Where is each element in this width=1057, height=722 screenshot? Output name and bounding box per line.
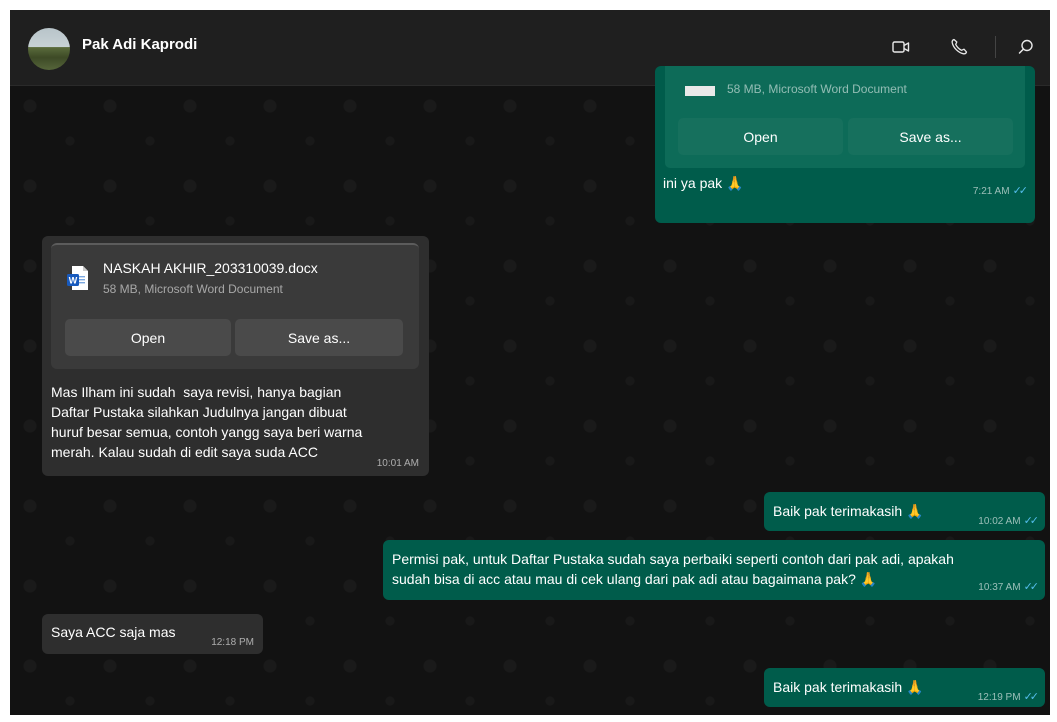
read-ticks-icon: ✓✓ (1023, 581, 1040, 593)
contact-name[interactable]: Pak Adi Kaprodi (82, 36, 197, 53)
message-time: 10:37 AM ✓✓ (978, 581, 1040, 593)
read-ticks-icon: ✓✓ (1023, 691, 1040, 703)
read-ticks-icon: ✓✓ (1012, 185, 1029, 197)
incoming-message: Saya ACC saja mas 12:18 PM (42, 614, 263, 654)
read-ticks-icon: ✓✓ (1023, 515, 1040, 527)
file-name: NASKAH AKHIR_203310039.docx (103, 260, 318, 276)
voice-call-icon[interactable] (948, 36, 970, 58)
message-time: 7:21 AM ✓✓ (972, 185, 1029, 197)
message-time: 12:19 PM ✓✓ (977, 691, 1040, 703)
save-as-button[interactable]: Save as... (848, 118, 1013, 155)
message-text: Saya ACC saja mas (51, 624, 176, 640)
document-icon (685, 86, 715, 96)
message-text: Baik pak terimakasih 🙏 (773, 503, 924, 519)
message-time: 12:18 PM (211, 637, 254, 648)
message-text: Mas Ilham ini sudah saya revisi, hanya b… (51, 384, 363, 460)
avatar[interactable] (28, 28, 70, 70)
video-call-icon[interactable] (890, 36, 912, 58)
open-button[interactable]: Open (65, 319, 231, 356)
svg-text:W: W (69, 276, 78, 286)
word-document-icon: W (67, 266, 88, 290)
outgoing-message: Permisi pak, untuk Daftar Pustaka sudah … (383, 540, 1045, 600)
file-card[interactable]: W NASKAH AKHIR_203310039.docx 58 MB, Mic… (51, 243, 419, 369)
message-time: 10:01 AM (376, 458, 419, 469)
message-time: 10:02 AM ✓✓ (978, 515, 1040, 527)
message-list: 58 MB, Microsoft Word Document Open Save… (10, 66, 1050, 715)
file-card[interactable]: 58 MB, Microsoft Word Document Open Save… (665, 66, 1025, 168)
message-text: Baik pak terimakasih 🙏 (773, 679, 924, 695)
open-button[interactable]: Open (678, 118, 843, 155)
file-meta: 58 MB, Microsoft Word Document (727, 82, 907, 96)
header-divider (995, 36, 996, 58)
incoming-document-message: W NASKAH AKHIR_203310039.docx 58 MB, Mic… (42, 236, 429, 476)
outgoing-message: Baik pak terimakasih 🙏 10:02 AM ✓✓ (764, 492, 1045, 531)
chat-window: Pak Adi Kaprodi 58 MB, Microsoft Word Do… (10, 10, 1050, 715)
message-text: ini ya pak 🙏 (663, 175, 744, 191)
file-meta: 58 MB, Microsoft Word Document (103, 282, 283, 296)
outgoing-document-message: 58 MB, Microsoft Word Document Open Save… (655, 66, 1035, 223)
search-icon[interactable] (1015, 36, 1037, 58)
outgoing-message: Baik pak terimakasih 🙏 12:19 PM ✓✓ (764, 668, 1045, 707)
save-as-button[interactable]: Save as... (235, 319, 403, 356)
message-text: Permisi pak, untuk Daftar Pustaka sudah … (392, 551, 954, 587)
